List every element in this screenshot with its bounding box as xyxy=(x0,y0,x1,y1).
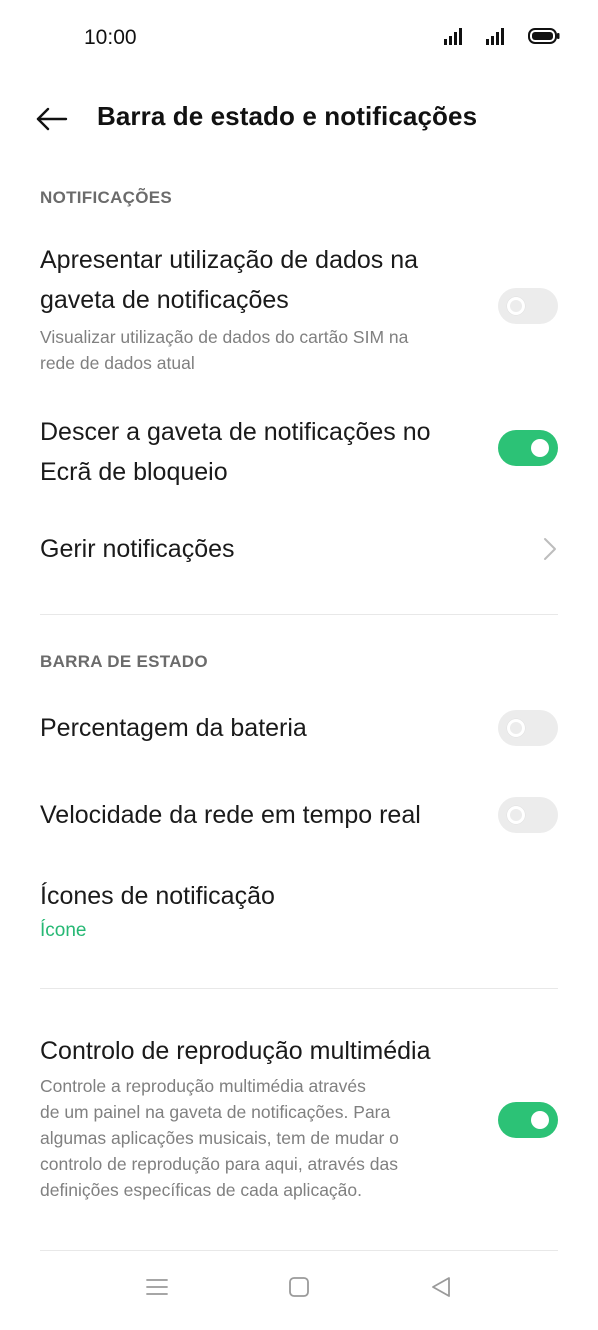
toggle-knob xyxy=(507,806,525,824)
toggle-knob xyxy=(531,1111,549,1129)
section-label-notifications: NOTIFICAÇÕES xyxy=(40,188,173,207)
menu-icon xyxy=(146,1279,168,1295)
setting-value: Ícone xyxy=(40,920,87,941)
setting-title: Percentagem da bateria xyxy=(40,714,307,742)
signal-icon xyxy=(486,28,504,45)
setting-subtitle: rede de dados atual xyxy=(40,353,195,373)
status-bar: 10:00 xyxy=(0,0,598,78)
setting-battery-percentage[interactable]: Percentagem da bateria xyxy=(40,708,558,748)
setting-media-controls[interactable]: Controlo de reprodução multimédia Contro… xyxy=(40,1031,558,1203)
page-title: Barra de estado e notificações xyxy=(97,101,478,131)
toggle-battery-percentage[interactable] xyxy=(498,710,558,746)
setting-subtitle: algumas aplicações musicais, tem de muda… xyxy=(40,1128,399,1148)
setting-title: Controlo de reprodução multimédia xyxy=(40,1037,431,1065)
home-icon xyxy=(289,1277,309,1297)
back-triangle-icon xyxy=(432,1277,450,1297)
toggle-knob xyxy=(507,719,525,737)
chevron-right-icon xyxy=(544,538,556,560)
divider xyxy=(40,988,558,989)
setting-subtitle-block: Controle a reprodução multimédia através… xyxy=(40,1073,480,1203)
setting-title: Descer a gaveta de notificações no xyxy=(40,418,431,446)
status-time: 10:00 xyxy=(84,26,137,49)
setting-subtitle: Controle a reprodução multimédia através xyxy=(40,1076,366,1096)
setting-title: Velocidade da rede em tempo real xyxy=(40,801,421,829)
setting-subtitle: definições específicas de cada aplicação… xyxy=(40,1180,363,1200)
arrow-left-icon xyxy=(36,107,68,131)
back-nav-button[interactable] xyxy=(426,1272,456,1302)
setting-lockscreen-drawer[interactable]: Descer a gaveta de notificações no Ecrã … xyxy=(40,412,558,492)
setting-title: Ícones de notificação xyxy=(40,882,275,910)
setting-show-data-usage[interactable]: Apresentar utilização de dados na gaveta… xyxy=(40,240,558,376)
toggle-knob xyxy=(507,297,525,315)
setting-manage-notifications[interactable]: Gerir notificações xyxy=(40,529,558,569)
signal-icon xyxy=(444,28,462,45)
toggle-lockscreen-drawer[interactable] xyxy=(498,430,558,466)
home-button[interactable] xyxy=(284,1272,314,1302)
setting-subtitle: de um painel na gaveta de notificações. … xyxy=(40,1102,391,1122)
divider xyxy=(40,614,558,615)
toggle-network-speed[interactable] xyxy=(498,797,558,833)
setting-subtitle: controlo de reprodução para aqui, atravé… xyxy=(40,1154,399,1174)
section-label-status-bar: BARRA DE ESTADO xyxy=(40,652,208,671)
setting-subtitle: Visualizar utilização de dados do cartão… xyxy=(40,327,409,347)
toggle-show-data-usage[interactable] xyxy=(498,288,558,324)
setting-network-speed[interactable]: Velocidade da rede em tempo real xyxy=(40,795,558,835)
back-button[interactable] xyxy=(34,102,74,136)
setting-title: Ecrã de bloqueio xyxy=(40,458,228,486)
navigation-bar xyxy=(0,1250,598,1330)
status-icons xyxy=(444,27,560,45)
setting-notification-icons[interactable]: Ícones de notificação Ícone xyxy=(40,876,558,942)
battery-icon xyxy=(528,28,560,44)
setting-title: Gerir notificações xyxy=(40,535,235,563)
toggle-media-controls[interactable] xyxy=(498,1102,558,1138)
setting-title: gaveta de notificações xyxy=(40,286,289,314)
recent-apps-button[interactable] xyxy=(142,1272,172,1302)
setting-title: Apresentar utilização de dados na xyxy=(40,246,419,274)
header: Barra de estado e notificações xyxy=(0,96,598,142)
toggle-knob xyxy=(531,439,549,457)
